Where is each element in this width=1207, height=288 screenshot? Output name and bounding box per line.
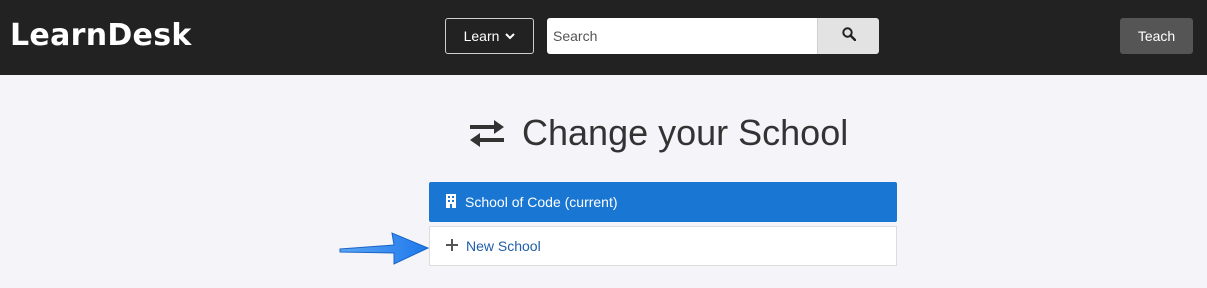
chevron-down-icon [505, 32, 516, 40]
teach-button[interactable]: Teach [1120, 18, 1193, 54]
school-item-current[interactable]: School of Code (current) [429, 182, 897, 222]
search-icon [841, 26, 856, 46]
learn-dropdown-button[interactable]: Learn [445, 18, 534, 54]
search-bar [547, 18, 879, 54]
search-input[interactable] [547, 18, 817, 54]
exchange-arrows-icon [466, 118, 508, 148]
building-icon [445, 193, 457, 211]
new-school-label: New School [466, 238, 541, 254]
top-navbar: LearnDesk Learn Teach [0, 0, 1207, 75]
school-current-label: School of Code (current) [465, 194, 618, 210]
new-school-button[interactable]: New School [429, 226, 897, 266]
page-heading: Change your School [466, 110, 848, 156]
learn-label: Learn [463, 28, 500, 44]
pointer-arrow-icon [338, 230, 430, 275]
page-title: Change your School [522, 112, 849, 153]
search-button[interactable] [817, 18, 879, 54]
brand-logo[interactable]: LearnDesk [10, 18, 192, 53]
plus-icon [446, 238, 458, 254]
